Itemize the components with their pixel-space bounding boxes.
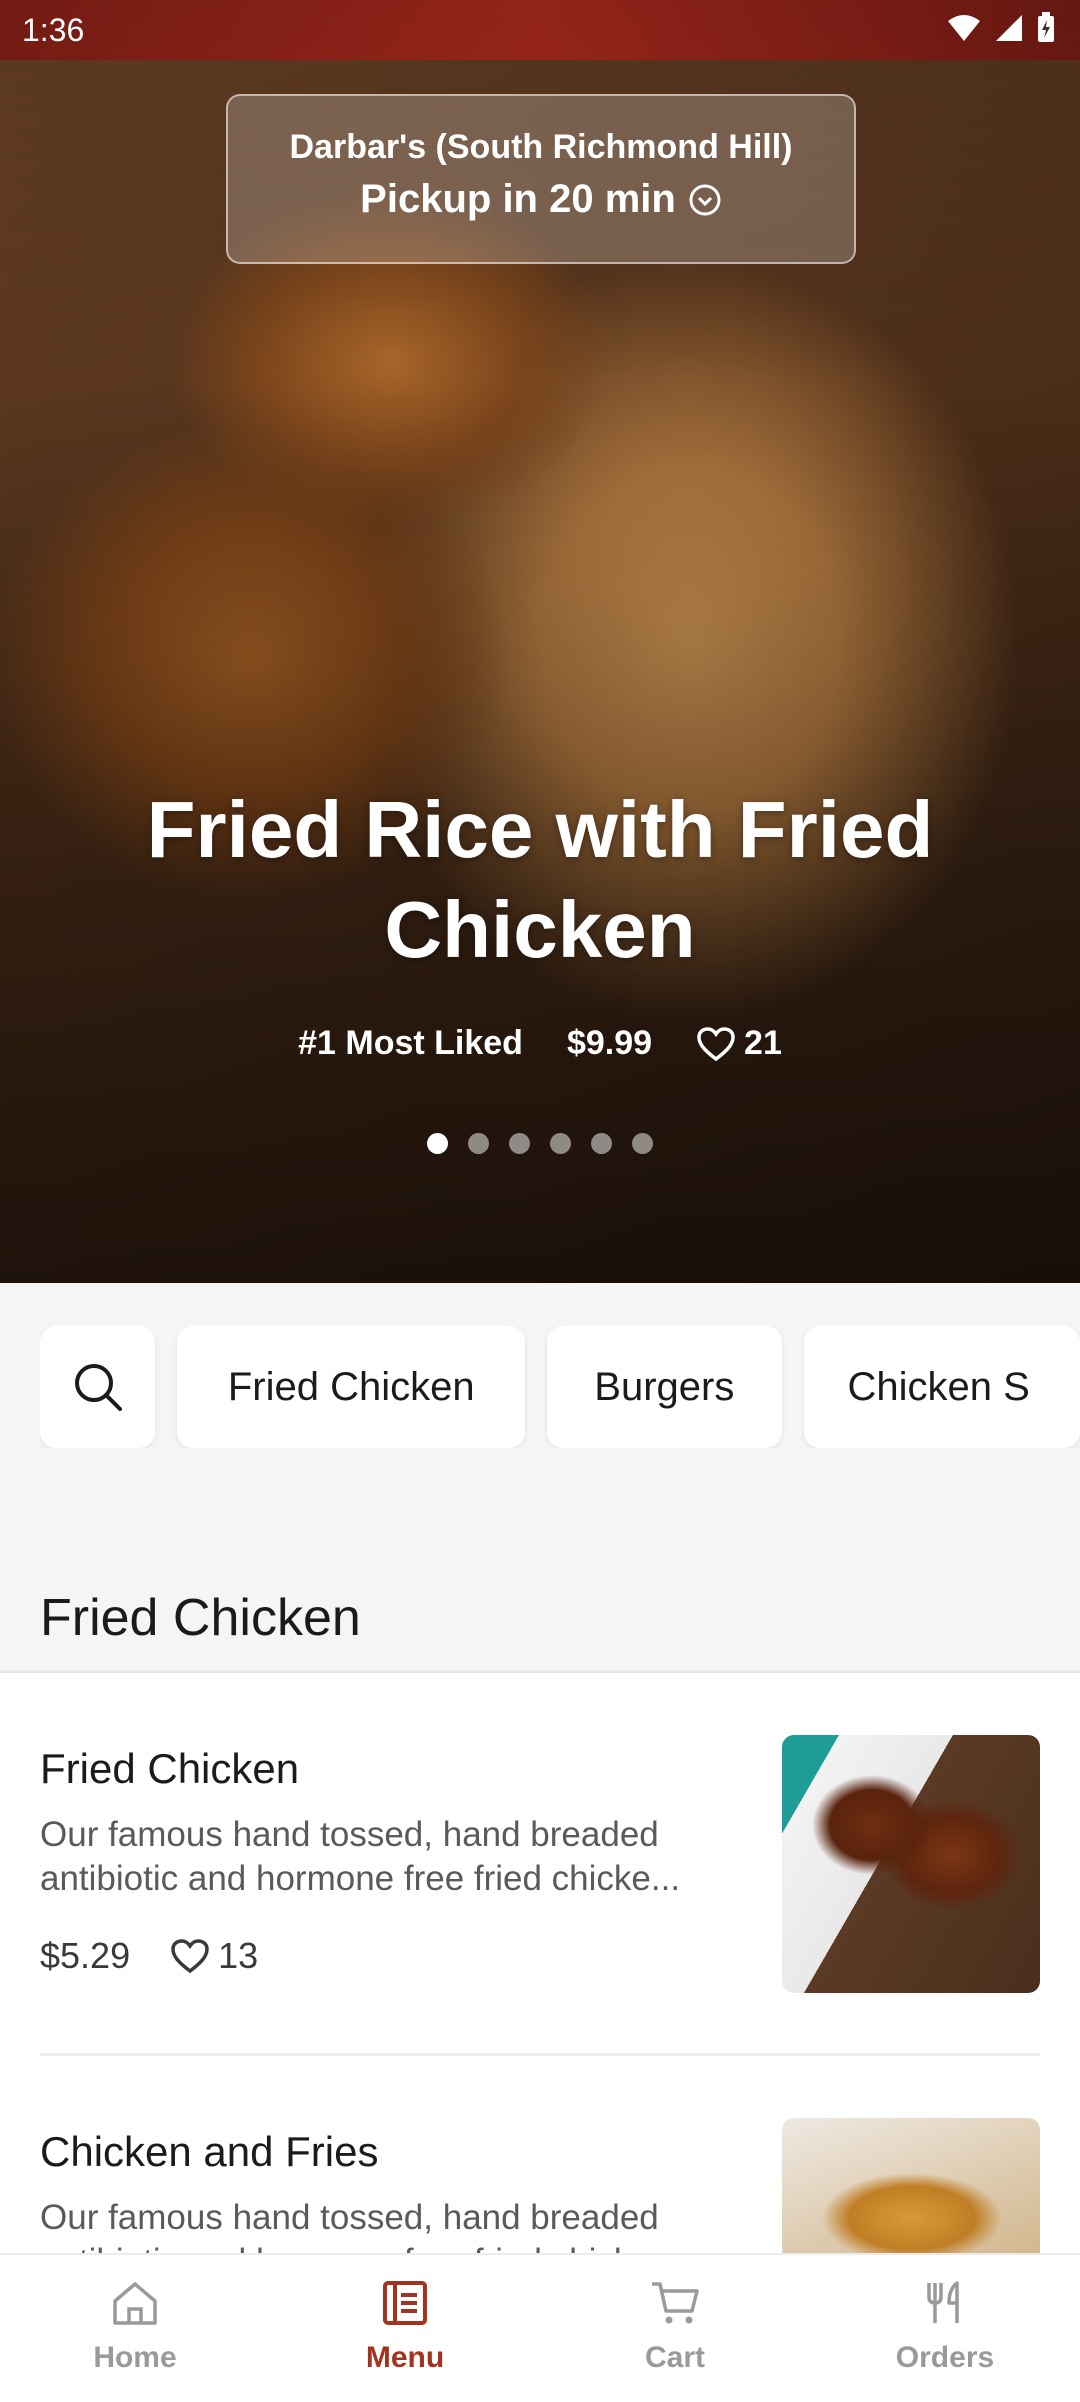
heart-icon (171, 1939, 209, 1974)
nav-home[interactable]: Home (0, 2255, 270, 2402)
search-icon (74, 1364, 122, 1411)
nav-label: Cart (644, 2341, 705, 2374)
pickup-info-button[interactable]: Darbar's (South Richmond Hill) Pickup in… (226, 94, 856, 264)
search-button[interactable] (40, 1326, 156, 1448)
nav-orders[interactable]: Orders (810, 2255, 1080, 2402)
nav-label: Menu (365, 2341, 445, 2374)
category-chip-burgers[interactable]: Burgers (547, 1326, 782, 1448)
hero-price: $9.99 (566, 1024, 653, 1062)
battery-icon (1038, 12, 1054, 42)
item-image[interactable] (782, 2118, 1040, 2253)
menu-item[interactable]: Chicken and Fries Our famous hand tossed… (40, 2118, 1040, 2253)
hero-title: Fried Rice with Fried Chicken (146, 785, 934, 974)
item-image[interactable] (782, 1735, 1040, 1993)
pickup-time: Pickup in 20 min (228, 177, 854, 222)
menu-item[interactable]: Fried Chicken Our famous hand tossed, ha… (40, 1735, 1040, 1993)
menu-list: Fried Chicken Our famous hand tossed, ha… (0, 1673, 1080, 2253)
item-description: Our famous hand tossed, hand breaded ant… (40, 1815, 681, 1898)
item-divider (40, 2053, 1040, 2056)
category-chips: Fried Chicken Burgers Chicken S (40, 1326, 1080, 1448)
home-icon (113, 2282, 157, 2325)
hero-likes[interactable]: 21 (696, 1024, 782, 1063)
nav-label: Orders (895, 2341, 995, 2374)
heart-icon (697, 1026, 735, 1061)
status-time: 1:36 (22, 12, 85, 48)
signal-icon (996, 15, 1022, 41)
nav-cart[interactable]: Cart (540, 2255, 810, 2402)
status-bar: 1:36 (0, 0, 1080, 62)
carousel-dot[interactable] (550, 1133, 571, 1154)
category-chip-fried-chicken[interactable]: Fried Chicken (177, 1326, 526, 1448)
hero-meta: #1 Most Liked $9.99 21 (0, 1024, 1080, 1063)
carousel-dots (0, 1133, 1080, 1154)
rank-label: #1 Most Liked (298, 1024, 523, 1062)
store-name: Darbar's (South Richmond Hill) (289, 128, 793, 166)
cart-icon (652, 2282, 699, 2324)
item-price: $5.29 (40, 1935, 131, 1976)
carousel-dot[interactable] (632, 1133, 653, 1154)
item-description: Our famous hand tossed, hand breaded ant… (40, 2198, 680, 2253)
nav-menu[interactable]: Menu (270, 2255, 540, 2402)
status-icons (946, 12, 1056, 44)
bottom-nav: Home Menu Cart Orders (0, 2253, 1080, 2402)
carousel-dot[interactable] (468, 1133, 489, 1154)
chevron-circle-icon (689, 184, 721, 215)
wifi-icon (948, 15, 980, 41)
menu-icon (383, 2281, 427, 2325)
carousel-dot[interactable] (427, 1133, 448, 1154)
section-title: Fried Chicken (40, 1589, 361, 1647)
carousel-dot[interactable] (591, 1133, 612, 1154)
category-chip-chicken-s[interactable]: Chicken S (803, 1326, 1080, 1448)
utensils-icon (927, 2281, 959, 2323)
pickup-time-label: Pickup in 20 min (360, 177, 676, 221)
carousel-dot[interactable] (509, 1133, 530, 1154)
item-likes[interactable]: 13 (170, 1935, 258, 1977)
hero-likes-count: 21 (744, 1024, 782, 1062)
item-likes-count: 13 (218, 1935, 259, 1976)
nav-label: Home (93, 2341, 177, 2374)
